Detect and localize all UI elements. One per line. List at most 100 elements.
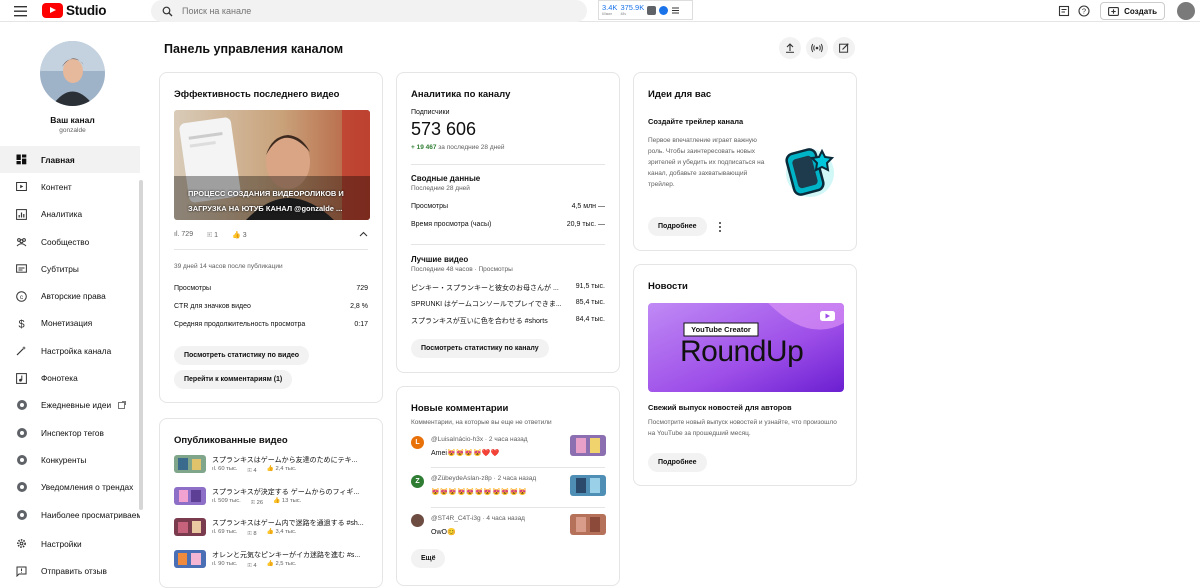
sidebar-item-tag-inspector[interactable]: Инспектор тегов <box>0 419 140 446</box>
sidebar-scrollbar[interactable] <box>139 180 143 510</box>
sidebar-item-trend-alerts[interactable]: Уведомления о трендах <box>0 474 140 501</box>
svg-text:$: $ <box>18 318 24 329</box>
divider <box>411 244 605 245</box>
more-comments-button[interactable]: Ещё <box>411 549 446 568</box>
channel-stats-button[interactable]: Посмотреть статистику по каналу <box>411 339 549 358</box>
video-views-value: 60 тыс. <box>218 466 238 472</box>
latest-video-thumbnail[interactable]: ПРОЦЕСС СОЗДАНИЯ ВИДЕОРОЛИКОВ И ЗАГРУЗКА… <box>174 110 370 220</box>
video-comments-value: 4 <box>253 563 257 569</box>
top-video-views: 91,5 тыс. <box>575 283 605 290</box>
top-video-title: ピンキー・スプランキーと彼女のお母さんが ... <box>411 285 559 292</box>
menu-icon[interactable] <box>12 3 30 19</box>
sidebar-item-monetization[interactable]: $ Монетизация <box>0 310 140 337</box>
help-icon[interactable]: ? <box>1074 1 1094 21</box>
video-views: ıl. 90 тыс. <box>212 561 238 567</box>
top-video-title: SPRUNKI はゲームコンソールでプレイできま... <box>411 301 561 308</box>
commenter-avatar[interactable]: Z <box>411 475 424 488</box>
sidebar-item-send-feedback[interactable]: Отправить отзыв <box>0 557 140 584</box>
comment-author[interactable]: @LuisaInácio-h3x · 2 часа назад <box>431 436 528 443</box>
sidebar-item-audio-library[interactable]: Фонотека <box>0 364 140 391</box>
news-more-button[interactable]: Подробнее <box>648 453 707 472</box>
upload-icon[interactable] <box>779 37 801 59</box>
sidebar-item-analytics[interactable]: Аналитика <box>0 201 140 228</box>
extension-icon <box>16 509 27 520</box>
video-thumbnail[interactable] <box>174 455 206 473</box>
sidebar-item-daily-ideas[interactable]: Ежедневные идеи <box>0 392 140 419</box>
create-post-icon[interactable] <box>833 37 855 59</box>
audio-library-icon <box>16 372 27 384</box>
search-icon <box>162 6 173 16</box>
sidebar-item-competitors[interactable]: Конкуренты <box>0 446 140 473</box>
sidebar-item-most-viewed[interactable]: Наиболее просматриваемые <box>0 501 140 528</box>
realtime-views-label: 60мин <box>602 11 613 16</box>
video-thumbnail[interactable] <box>174 550 206 568</box>
more-options-icon[interactable] <box>716 220 724 234</box>
feedback-notes-icon[interactable] <box>1054 1 1074 21</box>
comment-author[interactable]: @ST4R_C4T-i3g · 4 часа назад <box>431 515 525 522</box>
metric-value: 2,8 % <box>350 303 368 310</box>
collapse-chevron-icon[interactable] <box>359 231 368 237</box>
comment-text: OwO😊 <box>431 529 456 536</box>
summary-value: 20,9 тыс. <box>566 221 597 228</box>
since-published: 39 дней 14 часов после публикации <box>174 263 283 270</box>
extension-stats-widget[interactable]: 3.4K 60мин 375.9K 48ч <box>598 0 693 20</box>
latest-video-card-title: Эффективность последнего видео <box>174 89 340 100</box>
ideas-text: Первое впечатление играет важную роль. Ч… <box>648 137 765 188</box>
published-video-title[interactable]: スプランキスはゲーム内で迷路を通過する #sh... <box>212 518 372 528</box>
sidebar-item-customization[interactable]: Настройка канала <box>0 337 140 364</box>
published-video-title[interactable]: スプランキスが決定する ゲームからのフィギ... <box>212 487 372 497</box>
sidebar-item-content[interactable]: Контент <box>0 173 140 200</box>
sidebar-item-label: Наиболее просматриваемые <box>41 509 140 520</box>
published-video-title[interactable]: オレンと元気なピンキーがイカ迷路を進む #s... <box>212 550 372 560</box>
list-icon[interactable] <box>671 6 680 15</box>
sidebar-item-community[interactable]: Сообщество <box>0 228 140 255</box>
video-thumbnail[interactable] <box>174 518 206 536</box>
new-comments-subtitle: Комментарии, на которые вы еще не ответи… <box>411 419 552 426</box>
go-to-comments-button[interactable]: Перейти к комментариям (1) <box>174 370 293 389</box>
search-input[interactable] <box>182 6 562 16</box>
live-stream-icon[interactable] <box>806 37 828 59</box>
latest-comments: 🗉 1 <box>207 231 218 242</box>
sidebar-item-settings[interactable]: Настройки <box>0 530 140 557</box>
top-video-row[interactable]: スプランキスが互いに色を合わせる #shorts 84,4 тыс. <box>411 316 605 326</box>
divider <box>431 467 605 468</box>
comment-video-thumbnail[interactable] <box>570 514 606 535</box>
top-bar: Studio 3.4K60мин 375.9K48ч ? Создать <box>0 0 1200 22</box>
extension-icon <box>16 482 27 493</box>
new-comments-card: Новые комментарии Комментарии, на которы… <box>396 386 620 586</box>
channel-avatar[interactable] <box>40 41 105 106</box>
sidebar-item-label: Субтитры <box>41 263 79 274</box>
commenter-avatar[interactable] <box>411 514 424 527</box>
sidebar-item-subtitles[interactable]: Субтитры <box>0 255 140 282</box>
latest-views: ıl. 729 <box>174 231 193 242</box>
top-video-row[interactable]: ピンキー・スプランキーと彼女のお母さんが ... 91,5 тыс. <box>411 283 605 293</box>
views-icon: ıl. <box>174 231 180 238</box>
account-avatar[interactable] <box>1177 2 1195 20</box>
create-button[interactable]: Создать <box>1100 2 1165 20</box>
comment-video-thumbnail[interactable] <box>570 435 606 456</box>
extension-icon <box>16 427 27 438</box>
subscribers-value: 573 606 <box>411 119 477 139</box>
comment-author[interactable]: @ZübeydeAslan-z8p · 2 часа назад <box>431 475 536 482</box>
sidebar-item-copyright[interactable]: c Авторские права <box>0 282 140 309</box>
news-banner[interactable]: YouTube Creator RoundUp <box>648 303 844 392</box>
top-video-row[interactable]: SPRUNKI はゲームコンソールでプレイできま... 85,4 тыс. <box>411 299 605 309</box>
comment-video-thumbnail[interactable] <box>570 475 606 496</box>
sidebar-item-label: Сообщество <box>41 236 90 247</box>
svg-text:c: c <box>20 293 24 300</box>
published-video-title[interactable]: スプランキスはゲームから友達のためにテキ... <box>212 455 372 465</box>
ideas-more-button[interactable]: Подробнее <box>648 217 707 236</box>
video-likes-value: 2,4 тыс. <box>275 466 297 472</box>
community-icon <box>16 236 27 247</box>
metric-label: CTR для значков видео <box>174 303 251 310</box>
video-stats-button[interactable]: Посмотреть статистику по видео <box>174 346 310 365</box>
channel-trailer-illustration <box>780 137 840 203</box>
video-thumbnail[interactable] <box>174 487 206 505</box>
commenter-avatar[interactable]: L <box>411 436 424 449</box>
metric-label: Просмотры <box>174 285 211 292</box>
sidebar-item-dashboard[interactable]: Главная <box>0 146 140 174</box>
sidebar-item-label: Ежедневные идеи <box>41 400 112 411</box>
top-videos-title: Лучшие видео <box>411 255 469 264</box>
search-bar[interactable] <box>151 0 587 22</box>
studio-logo[interactable]: Studio <box>42 3 107 18</box>
